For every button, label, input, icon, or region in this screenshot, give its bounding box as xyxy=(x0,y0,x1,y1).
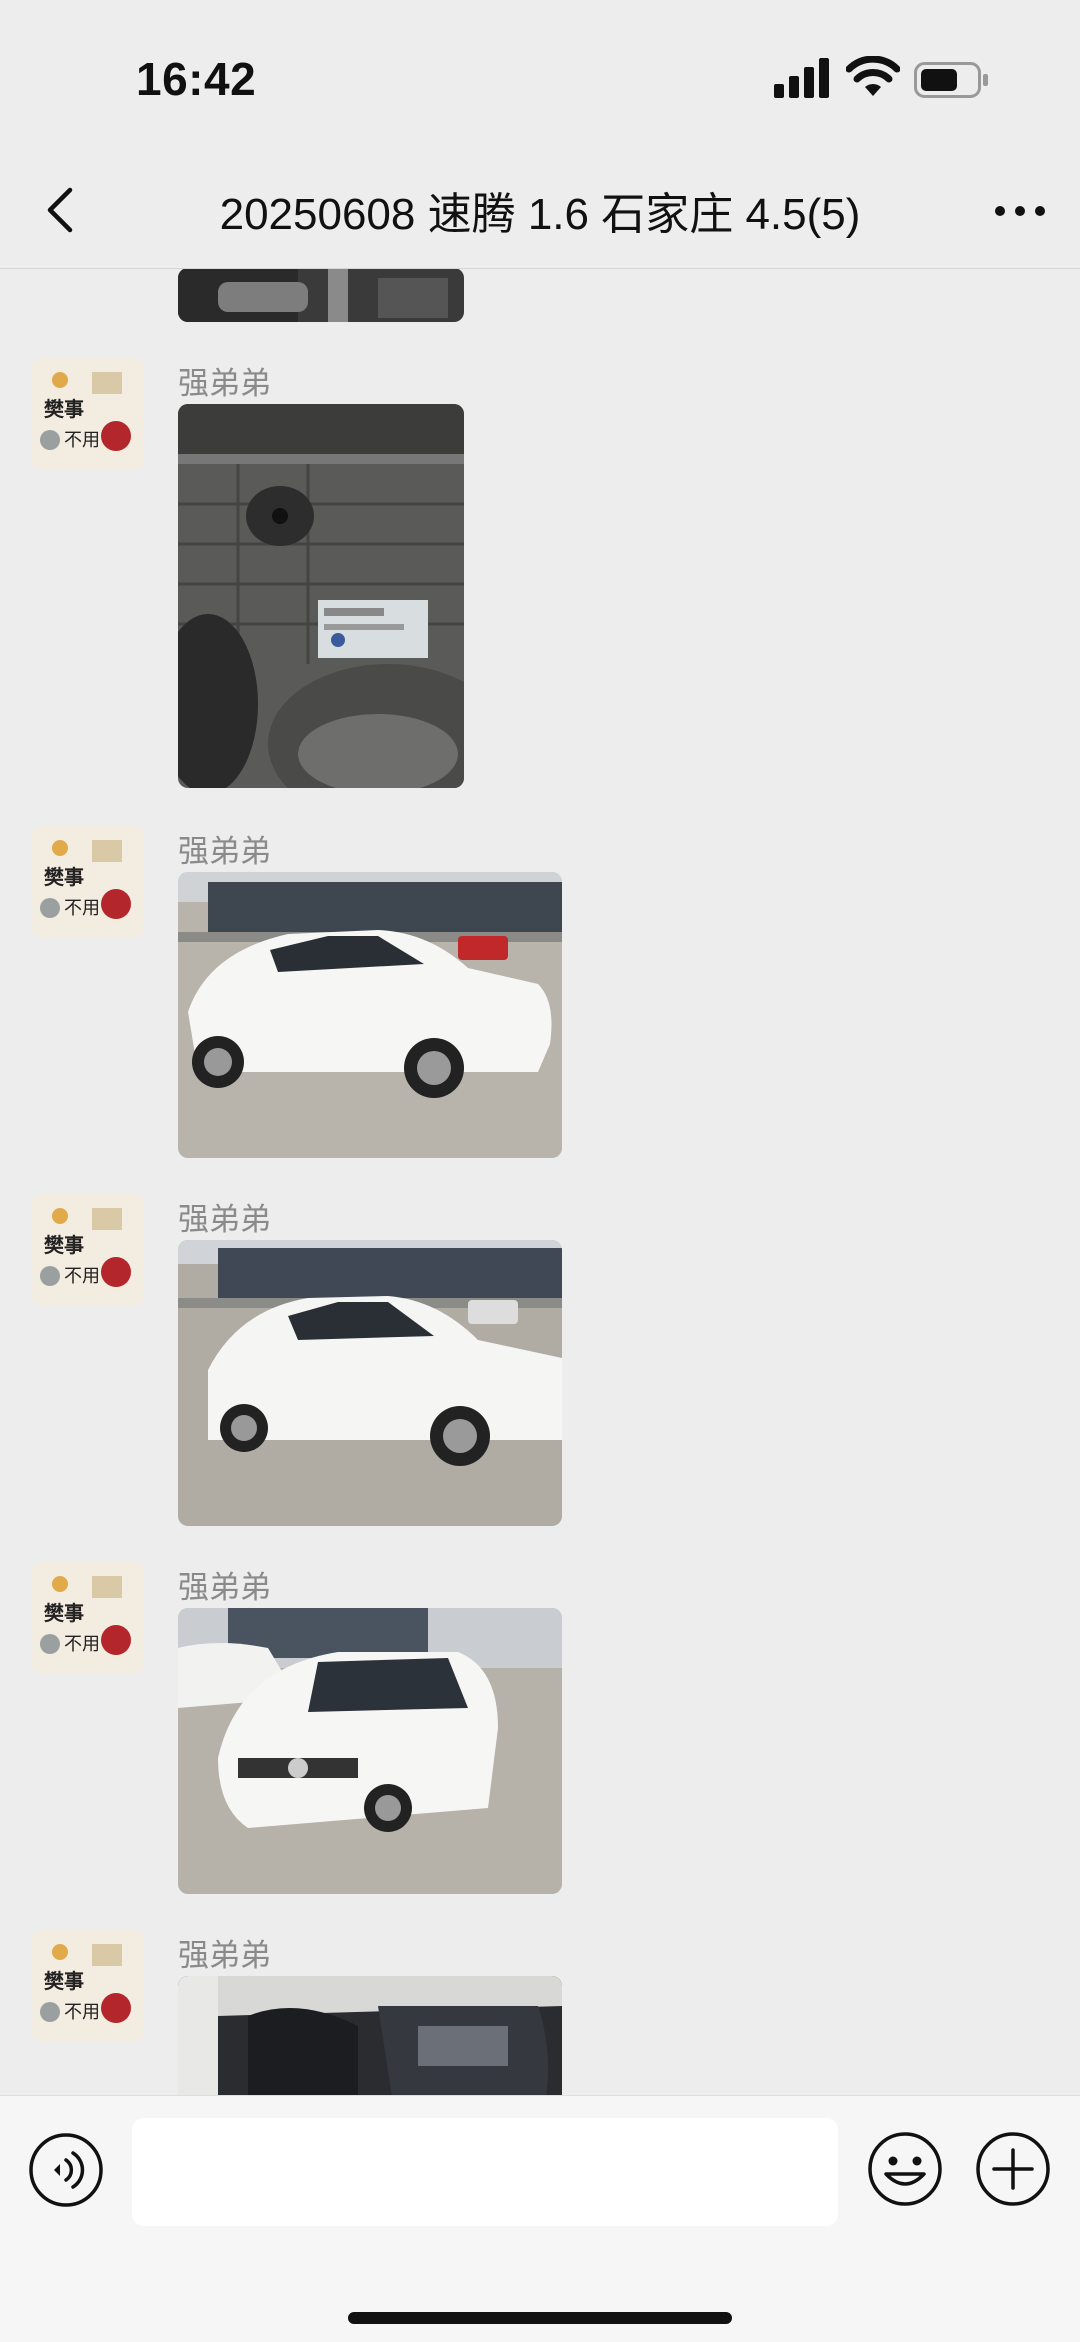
more-dots-icon[interactable] xyxy=(990,186,1050,236)
input-bar xyxy=(0,2095,1080,2342)
avatar-image: 樊事 不用 xyxy=(32,1930,144,2042)
status-time: 16:42 xyxy=(136,53,257,105)
sender-name: 强弟弟 xyxy=(178,1938,271,1973)
avatar[interactable]: 樊事 不用 xyxy=(32,1930,144,2042)
chat-title[interactable]: 20250608 速腾 1.6 石家庄 4.5(5) xyxy=(150,178,930,242)
avatar-image: 樊事 不用 xyxy=(32,826,144,938)
chat-header: 20250608 速腾 1.6 石家庄 4.5(5) xyxy=(0,150,1080,269)
avatar-image: 樊事 不用 xyxy=(32,1194,144,1306)
avatar[interactable]: 樊事 不用 xyxy=(32,1562,144,1674)
chevron-left-icon[interactable] xyxy=(32,180,92,240)
svg-text:樊事: 樊事 xyxy=(44,1969,84,1993)
avatar[interactable]: 樊事 不用 xyxy=(32,1194,144,1306)
svg-text:樊事: 樊事 xyxy=(44,865,84,889)
emoji-icon[interactable] xyxy=(866,2130,944,2208)
svg-text:不用: 不用 xyxy=(64,2002,100,2023)
wifi-icon xyxy=(846,56,900,96)
svg-text:不用: 不用 xyxy=(64,1266,100,1287)
svg-text:樊事: 樊事 xyxy=(44,1233,84,1257)
home-indicator xyxy=(348,2312,732,2324)
engine-bay-label-photo[interactable] xyxy=(178,404,464,788)
chat-message-list[interactable]: 樊事 不用 强弟弟 樊事 不用 强弟弟 樊事 不用 强弟弟 樊事 不用 强弟弟 … xyxy=(0,268,1080,2095)
white-sedan-side-photo-2[interactable] xyxy=(178,1240,562,1526)
battery-icon xyxy=(914,62,988,98)
svg-text:不用: 不用 xyxy=(64,898,100,919)
plus-icon[interactable] xyxy=(974,2130,1052,2208)
engine-part-photo[interactable] xyxy=(178,268,464,322)
status-bar: 16:42 xyxy=(0,0,1080,150)
sender-name: 强弟弟 xyxy=(178,1202,271,1237)
svg-text:樊事: 樊事 xyxy=(44,397,84,421)
sender-name: 强弟弟 xyxy=(178,366,271,401)
avatar-image: 樊事 不用 xyxy=(32,358,144,470)
svg-text:樊事: 樊事 xyxy=(44,1601,84,1625)
avatar-image: 樊事 不用 xyxy=(32,1562,144,1674)
white-sedan-front-photo[interactable] xyxy=(178,1608,562,1894)
sender-name: 强弟弟 xyxy=(178,834,271,869)
avatar[interactable]: 樊事 不用 xyxy=(32,358,144,470)
svg-text:不用: 不用 xyxy=(64,1634,100,1655)
avatar[interactable]: 樊事 不用 xyxy=(32,826,144,938)
sender-name: 强弟弟 xyxy=(178,1570,271,1605)
car-interior-photo[interactable] xyxy=(178,1976,562,2095)
voice-icon[interactable] xyxy=(28,2132,104,2208)
svg-text:不用: 不用 xyxy=(64,430,100,451)
message-input[interactable] xyxy=(132,2118,838,2226)
white-sedan-side-photo[interactable] xyxy=(178,872,562,1158)
cellular-signal-icon xyxy=(774,58,829,98)
